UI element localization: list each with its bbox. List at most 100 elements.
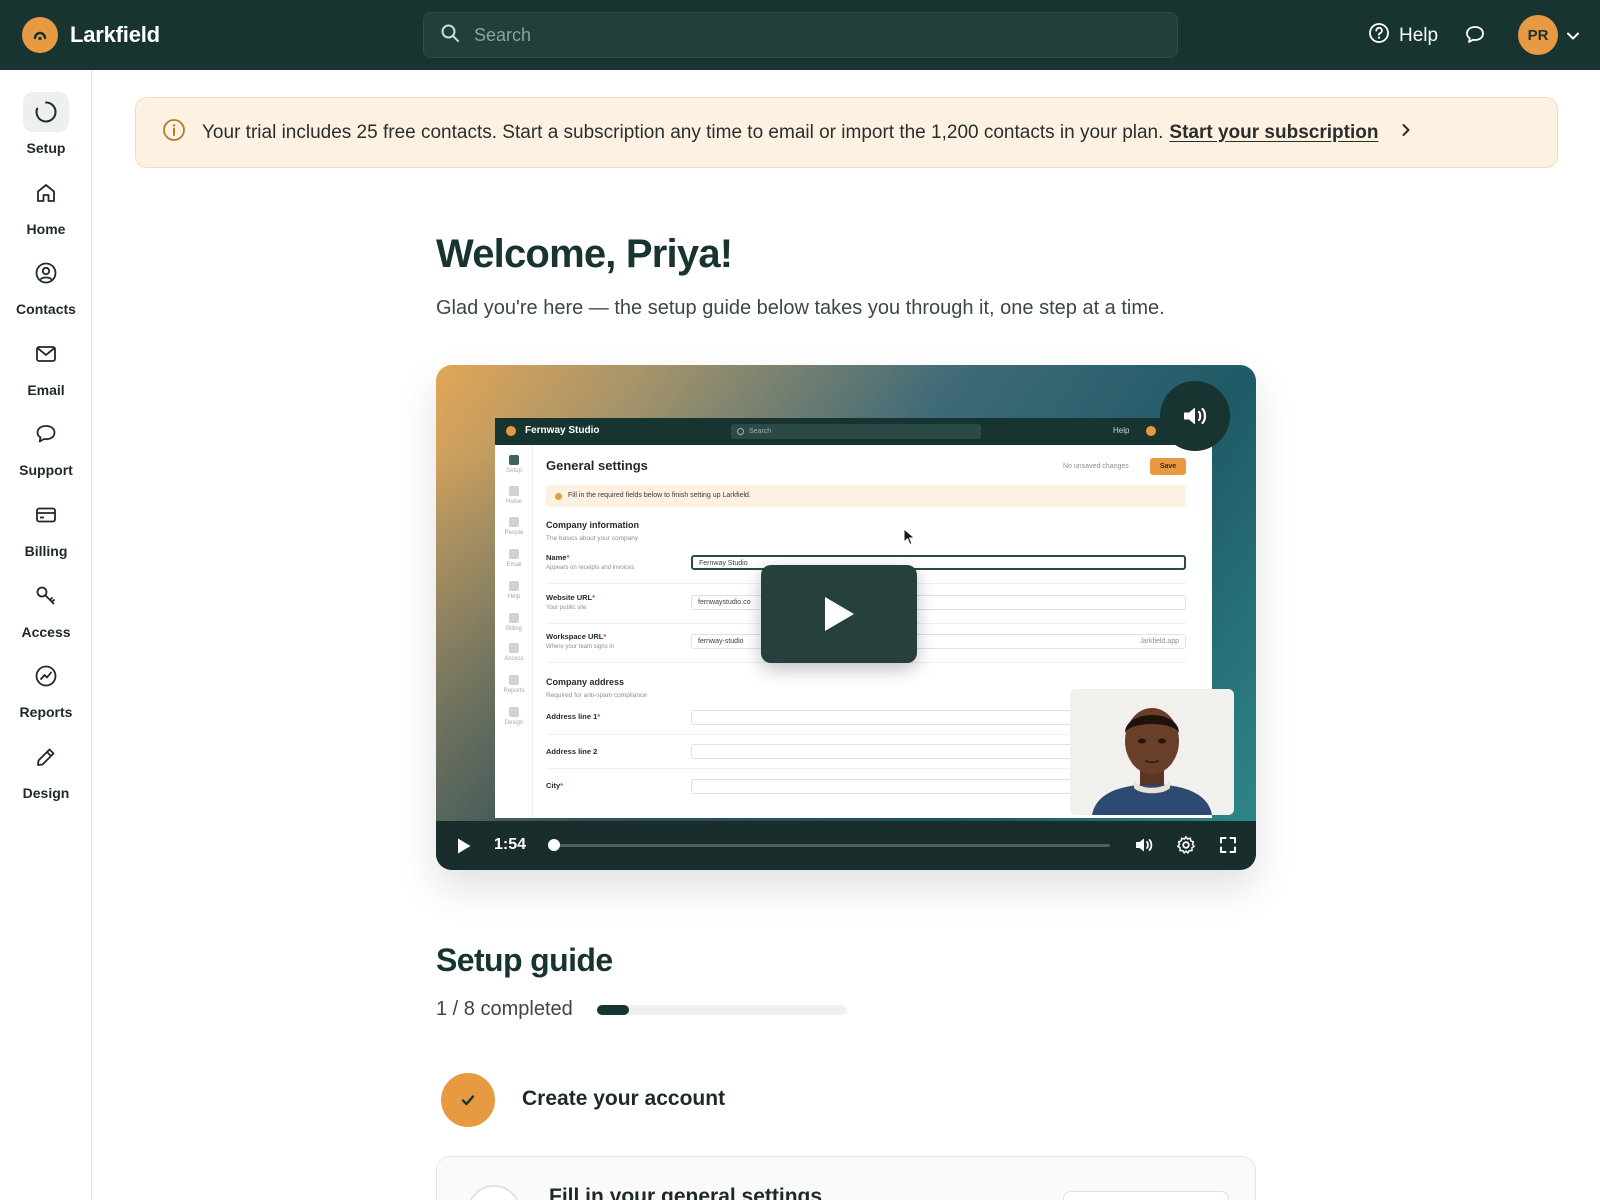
volume-icon bbox=[1184, 407, 1207, 425]
mock-brand: Fernway Studio bbox=[525, 425, 600, 436]
mock-field-label: Address line 1* bbox=[546, 712, 601, 721]
sidebar-item-reports[interactable]: Reports bbox=[0, 656, 92, 720]
step-card[interactable]: Fill in your general settings bbox=[436, 1156, 1256, 1200]
mock-logo-icon bbox=[506, 426, 516, 436]
sidebar-item-email[interactable]: Email bbox=[0, 334, 92, 398]
key-icon bbox=[23, 576, 69, 616]
page-title: Welcome, Priya! bbox=[436, 232, 733, 276]
sidebar-item-setup[interactable]: Setup bbox=[0, 92, 92, 156]
mock-section-subtitle: The basics about your company bbox=[546, 535, 639, 542]
volume-icon[interactable] bbox=[1134, 835, 1154, 860]
gear-icon[interactable] bbox=[1176, 835, 1196, 860]
mock-nav-item: Email bbox=[495, 549, 533, 568]
checkmark-icon bbox=[461, 1095, 475, 1106]
mock-search-icon bbox=[737, 428, 744, 435]
sidebar-item-contacts[interactable]: Contacts bbox=[0, 253, 92, 317]
sidebar-item-design[interactable]: Design bbox=[0, 737, 92, 801]
mock-top-bar: Fernway Studio Search Help bbox=[495, 418, 1212, 445]
mock-help: Help bbox=[1113, 426, 1130, 435]
mock-nav-item: Home bbox=[495, 486, 533, 505]
home-icon bbox=[23, 173, 69, 213]
banner-text: Your trial includes 25 free contacts. St… bbox=[202, 121, 1164, 143]
mock-save-button: Save bbox=[1150, 458, 1186, 475]
mock-field-hint: Your public site bbox=[546, 605, 587, 611]
sidebar-item-label: Access bbox=[21, 624, 71, 640]
mock-nav-item: Help bbox=[495, 581, 533, 600]
brand-name: Larkfield bbox=[70, 22, 160, 47]
mock-nav-item: Billing bbox=[495, 613, 533, 632]
mock-search-label: Search bbox=[749, 428, 772, 435]
step-label[interactable]: Create your account bbox=[522, 1087, 725, 1111]
setup-progress-fill bbox=[597, 1005, 629, 1015]
sidebar: Setup Home Contacts Email Support Billin… bbox=[0, 70, 92, 1200]
brand[interactable]: Larkfield bbox=[22, 17, 160, 53]
step-complete-badge bbox=[441, 1073, 495, 1127]
sidebar-item-label: Setup bbox=[26, 140, 66, 156]
video-controls: 1:54 bbox=[436, 821, 1256, 870]
spinner-icon bbox=[23, 92, 69, 132]
mock-avatar bbox=[1146, 426, 1156, 436]
video-time: 1:54 bbox=[494, 836, 527, 853]
sidebar-item-support[interactable]: Support bbox=[0, 414, 92, 478]
mock-field-label: Name* bbox=[546, 553, 570, 562]
unmute-button[interactable] bbox=[1160, 381, 1230, 451]
page-subtitle: Glad you're here — the setup guide below… bbox=[436, 297, 1165, 319]
avatar[interactable]: PR bbox=[1518, 15, 1558, 55]
play-button[interactable] bbox=[761, 565, 917, 663]
user-circle-icon bbox=[23, 253, 69, 293]
top-bar: Larkfield Help PR bbox=[0, 0, 1600, 70]
mock-section-title: Company information bbox=[546, 520, 640, 530]
sidebar-item-label: Contacts bbox=[16, 301, 76, 317]
mock-unsaved-status: No unsaved changes bbox=[1063, 463, 1129, 470]
sidebar-item-billing[interactable]: Billing bbox=[0, 495, 92, 559]
larkfield-logo-icon bbox=[22, 17, 58, 53]
chevron-right-icon[interactable] bbox=[1398, 122, 1414, 143]
mock-alert: Fill in the required fields below to fin… bbox=[546, 485, 1186, 507]
presenter-portrait-icon bbox=[1070, 689, 1234, 815]
mock-field-hint: Appears on receipts and invoices bbox=[546, 565, 635, 571]
chevron-down-icon[interactable] bbox=[1565, 28, 1581, 49]
sidebar-item-home[interactable]: Home bbox=[0, 173, 92, 237]
sidebar-item-label: Support bbox=[19, 462, 73, 478]
info-icon bbox=[162, 118, 186, 147]
mail-icon bbox=[23, 334, 69, 374]
mock-heading: General settings bbox=[546, 458, 648, 473]
search-bar[interactable] bbox=[423, 12, 1178, 58]
step-incomplete-badge bbox=[467, 1185, 521, 1200]
help-circle-icon bbox=[1368, 22, 1390, 50]
trial-banner: Your trial includes 25 free contacts. St… bbox=[135, 97, 1558, 168]
video-progress-track[interactable] bbox=[548, 844, 1110, 847]
search-input[interactable] bbox=[474, 24, 1154, 46]
sidebar-item-access[interactable]: Access bbox=[0, 576, 92, 640]
help-button[interactable]: Help bbox=[1368, 22, 1438, 50]
step-action-button[interactable] bbox=[1063, 1191, 1229, 1200]
fullscreen-icon[interactable] bbox=[1218, 835, 1238, 860]
video-player[interactable]: Fernway Studio Search Help Setup Home Pe… bbox=[436, 365, 1256, 870]
mouse-cursor-icon bbox=[903, 527, 917, 551]
sidebar-item-label: Billing bbox=[24, 543, 68, 559]
mock-nav-item: Design bbox=[495, 707, 533, 726]
mock-sidebar: Setup Home People Email Help Billing Acc… bbox=[495, 445, 533, 818]
mock-nav-item: Setup bbox=[495, 455, 533, 474]
mock-field-label: City* bbox=[546, 781, 564, 790]
start-subscription-link[interactable]: Start your subscription bbox=[1169, 122, 1378, 144]
mock-nav-item: People bbox=[495, 517, 533, 536]
messages-icon[interactable] bbox=[1464, 24, 1486, 51]
mock-search: Search bbox=[731, 424, 981, 439]
play-icon[interactable] bbox=[456, 837, 472, 860]
help-label: Help bbox=[1399, 25, 1439, 46]
mock-alert-icon bbox=[555, 493, 562, 500]
mock-field-hint: Where your team signs in bbox=[546, 644, 615, 650]
video-progress-handle[interactable] bbox=[547, 839, 560, 851]
search-icon bbox=[440, 23, 460, 48]
presenter-video bbox=[1070, 689, 1234, 815]
sidebar-item-label: Design bbox=[22, 785, 70, 801]
sidebar-item-label: Reports bbox=[19, 704, 73, 720]
sidebar-item-label: Email bbox=[27, 382, 65, 398]
sidebar-item-label: Home bbox=[26, 221, 66, 237]
mock-section-title: Company address bbox=[546, 677, 625, 687]
mock-section-subtitle: Required for anti-spam compliance bbox=[546, 692, 647, 699]
credit-card-icon bbox=[23, 495, 69, 535]
step-label: Fill in your general settings bbox=[549, 1185, 823, 1200]
mock-nav-item: Access bbox=[495, 643, 533, 662]
